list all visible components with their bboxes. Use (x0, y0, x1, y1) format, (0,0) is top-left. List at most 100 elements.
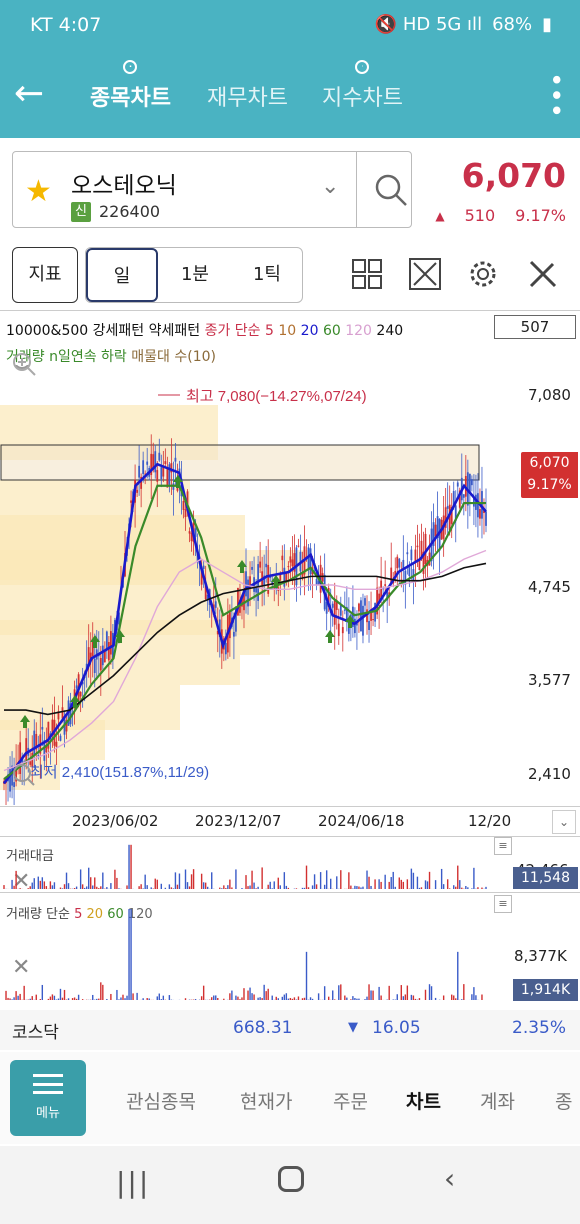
index-ticker[interactable]: 코스닥 668.31 ▼ 16.05 2.35% (0, 1010, 580, 1050)
volume-bar (130, 909, 132, 1000)
nav-chart[interactable]: 차트 (406, 1087, 441, 1114)
tab-finance-chart[interactable]: 재무차트 (207, 80, 288, 112)
period-day[interactable]: 일 (86, 248, 158, 302)
favorite-star-icon[interactable]: ★ (25, 174, 52, 209)
volume-bar (453, 995, 455, 1000)
volume-bar (442, 884, 445, 889)
volume-bar (67, 883, 70, 889)
volume-bar (102, 984, 104, 1000)
volume-bar (9, 998, 11, 1000)
nav-watchlist[interactable]: 관심종목 (126, 1087, 196, 1114)
nav-account[interactable]: 계좌 (480, 1087, 515, 1114)
volume-bar (390, 877, 392, 889)
volume-bar (257, 997, 259, 1000)
candle-body (396, 556, 399, 569)
gear-icon[interactable] (466, 257, 500, 291)
candle-body (470, 479, 473, 486)
volume-bar (323, 986, 326, 1000)
divider (0, 806, 580, 807)
volume-bar (457, 951, 459, 1000)
zoom-in-icon[interactable] (10, 350, 38, 378)
volume-bar (374, 879, 376, 889)
hamburger-icon (33, 1074, 63, 1094)
home-icon[interactable] (278, 1166, 304, 1192)
volume-bar (79, 869, 82, 889)
volume-bar (217, 998, 219, 1000)
volume-bar (267, 988, 269, 1000)
volume-bar (455, 886, 457, 889)
volume-bar (392, 999, 394, 1000)
fullscreen-icon[interactable] (408, 257, 442, 291)
volume-bar (453, 885, 455, 889)
candle-body (107, 642, 110, 661)
back-arrow-icon[interactable]: ← (14, 74, 44, 114)
candle-body (354, 618, 356, 634)
volume-bar (481, 994, 483, 1000)
volume-bar (448, 888, 451, 889)
menu-button[interactable]: 메뉴 (10, 1060, 86, 1136)
volume-bar (241, 888, 243, 889)
volume-bar (213, 995, 215, 1000)
volume-bar (315, 884, 318, 889)
volume-bar (77, 994, 80, 1000)
nav-order[interactable]: 주문 (333, 1087, 368, 1114)
y-tick: 3,577 (528, 671, 571, 689)
nav-current-price[interactable]: 현재가 (240, 1087, 292, 1114)
volume-bar (178, 873, 181, 889)
volume-bar (301, 887, 304, 889)
volume-bar (126, 995, 128, 1000)
volume-bar (380, 995, 382, 1000)
tab-index-chart[interactable]: · 지수차트 (322, 60, 403, 112)
volume-bar (412, 872, 415, 889)
volume-bar (364, 999, 366, 1000)
volume-bar (346, 997, 348, 1000)
search-icon[interactable] (373, 172, 409, 208)
volume-bar (85, 886, 88, 889)
price-change: ▲ 510 9.17% (435, 206, 566, 226)
chevron-down-icon[interactable]: ⌄ (321, 174, 339, 199)
panel-menu-icon[interactable]: ≡ (494, 895, 512, 913)
volume-amount-panel[interactable]: 거래대금 ≡ 42,466 ✕ 11,548 (0, 837, 580, 894)
volume-panel[interactable]: 거래량 단순 5 20 60 120 ≡ 8,377K ✕ 1,914K (0, 893, 580, 1003)
back-icon[interactable]: ‹ (444, 1162, 455, 1195)
high-label: 최고 7,080(−14.27%,07/24) (186, 388, 367, 405)
volume-bar (477, 887, 479, 889)
tools-icon[interactable] (526, 257, 560, 291)
more-menu-icon[interactable]: ••• (540, 72, 570, 118)
grid-layout-icon[interactable] (350, 257, 384, 291)
stock-selector[interactable]: ★ 오스테오닉 신 226400 ⌄ (12, 151, 412, 228)
candle-count-box[interactable]: 507 (494, 315, 576, 339)
volume-bar (219, 887, 221, 889)
volume-bar (184, 869, 187, 889)
volume-bar (295, 888, 298, 889)
candle-body (485, 511, 487, 526)
recent-apps-icon[interactable]: ||| (116, 1166, 150, 1199)
price-chart[interactable]: 최고 7,080(−14.27%,07/24) 최저 2,410(151.87%… (0, 365, 520, 805)
volume-bar (55, 999, 58, 1000)
panel-menu-icon[interactable]: ≡ (494, 837, 512, 855)
volume-bar (231, 990, 233, 1000)
indicator-button[interactable]: 지표 (12, 247, 78, 303)
tab-stock-chart[interactable]: · 종목차트 (90, 60, 171, 112)
candle-body (281, 555, 284, 561)
volume-bar (67, 998, 70, 1000)
volume-bar (81, 999, 84, 1000)
volume-bar (170, 887, 173, 889)
volume-bar (370, 885, 372, 889)
candle-body (372, 619, 374, 621)
period-1min[interactable]: 1분 (160, 248, 230, 302)
nav-more[interactable]: 종 (555, 1087, 572, 1114)
candle-body (136, 489, 139, 493)
volume-bar (164, 887, 167, 889)
volume-bar (293, 997, 296, 1000)
volume-bar (358, 886, 360, 889)
volume-bar (100, 982, 102, 1000)
chevron-down-icon[interactable]: ⌄ (552, 810, 576, 834)
candle-body (247, 579, 249, 607)
chart-toolbar: 지표 일 1분 1틱 (0, 243, 580, 309)
volume-bar (400, 985, 402, 1000)
period-1tick[interactable]: 1틱 (232, 248, 302, 302)
volume-amount-bars (3, 844, 487, 889)
candle-body (477, 493, 479, 518)
candle-body (79, 691, 82, 697)
